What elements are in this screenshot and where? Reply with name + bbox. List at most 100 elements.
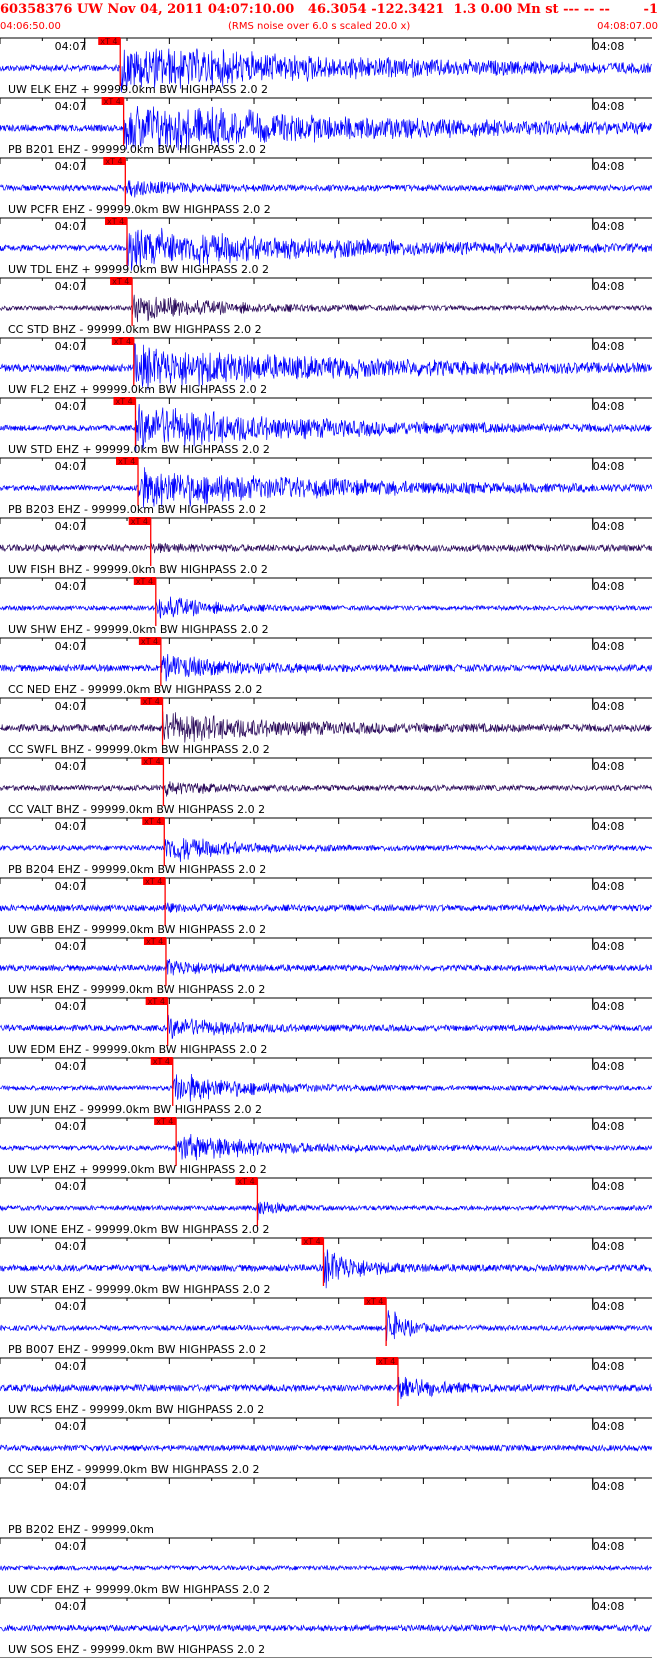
station-label: CC STD BHZ - 99999.0km BW HIGHPASS 2.0 2 [8, 323, 262, 336]
waveform-trace [0, 294, 653, 323]
station-label: UW FISH BHZ - 99999.0km BW HIGHPASS 2.0 … [8, 563, 268, 576]
waveform-trace [0, 1133, 653, 1161]
pick-label: xT 4 [144, 817, 161, 826]
pick-label: xT 4 [153, 1057, 170, 1066]
waveform-trace [0, 1074, 653, 1102]
tick-label: 04:08 [593, 1480, 625, 1493]
trace-panel: 04:07 04:08 xT 4 UW TDL EHZ + 99999.0km BW … [0, 217, 653, 276]
pick-label: xT 4 [143, 757, 160, 766]
tick-label: 04:08 [593, 1300, 625, 1313]
station-label: UW JUN EHZ - 99999.0km BW HIGHPASS 2.0 2 [8, 1103, 262, 1116]
pick-label: xT 4 [105, 157, 122, 166]
trace-panel: 04:07 04:08 xT 4 UW FISH BHZ - 99999.0km BW… [0, 517, 653, 576]
tick-label: 04:07 [55, 1300, 87, 1313]
pick-label: xT 4 [303, 1237, 320, 1246]
pick-label: xT 4 [104, 97, 121, 106]
pick-label: xT 4 [148, 997, 165, 1006]
trace-panel: 04:07 04:08 PB B202 EHZ - 99999.0km [0, 1477, 652, 1536]
tick-label: 04:07 [55, 1480, 87, 1493]
trace-panel: 04:07 04:08 xT 4 UW LVP EHZ + 99999.0km BW … [0, 1117, 653, 1176]
tick-label: 04:08 [593, 820, 625, 833]
waveform-trace [0, 1310, 653, 1341]
tick-label: 04:07 [55, 520, 87, 533]
station-label: UW LVP EHZ + 99999.0km BW HIGHPASS 2.0 2 [8, 1163, 267, 1176]
tick-label: 04:08 [593, 460, 625, 473]
tick-label: 04:08 [593, 160, 625, 173]
trace-panel: 04:07 04:08 xT 4 CC NED EHZ - 99999.0km BW … [0, 637, 653, 696]
pick-label: xT 4 [112, 277, 129, 286]
tick-label: 04:08 [593, 1420, 625, 1433]
tick-label: 04:07 [55, 340, 87, 353]
station-label: CC SEP EHZ - 99999.0km BW HIGHPASS 2.0 2 [8, 1463, 259, 1476]
station-label: CC NED EHZ - 99999.0km BW HIGHPASS 2.0 2 [8, 683, 263, 696]
pick-label: xT 4 [378, 1357, 395, 1366]
pick-label: xT 4 [141, 637, 158, 646]
pick-label: xT 4 [143, 697, 160, 706]
tick-label: 04:08 [593, 400, 625, 413]
waveform-trace [0, 1623, 652, 1633]
trace-panel: 04:07 04:08 xT 4 UW ELK EHZ + 99999.0km BW … [0, 37, 652, 96]
waveform-trace [0, 1376, 653, 1400]
tick-label: 04:08 [593, 1360, 625, 1373]
waveform-trace [0, 902, 653, 913]
tick-label: 04:07 [55, 280, 87, 293]
pick-label: xT 4 [136, 577, 153, 586]
waveform-trace [0, 542, 653, 554]
tick-label: 04:07 [55, 1600, 87, 1613]
trace-panel: 04:07 04:08 xT 4 PB B203 EHZ - 99999.0km BW… [0, 457, 653, 516]
trace-panel: 04:07 04:08 xT 4 UW RCS EHZ - 99999.0km BW … [0, 1357, 653, 1416]
station-label: PB B203 EHZ - 99999.0km BW HIGHPASS 2.0 … [8, 503, 266, 516]
pick-label: xT 4 [107, 217, 124, 226]
station-label: UW GBB EHZ - 99999.0km BW HIGHPASS 2.0 2 [8, 923, 266, 936]
tick-label: 04:07 [55, 1120, 87, 1133]
tick-label: 04:07 [55, 1180, 87, 1193]
station-label: UW FL2 EHZ + 99999.0km BW HIGHPASS 2.0 2 [8, 383, 267, 396]
trace-panel: 04:07 04:08 xT 4 CC VALT BHZ - 99999.0km BW… [0, 757, 653, 816]
trace-panel: 04:07 04:08 xT 4 UW FL2 EHZ + 99999.0km BW … [0, 337, 653, 396]
trace-panel: 04:07 04:08 UW SOS EHZ - 99999.0km BW HIGH… [0, 1597, 652, 1656]
station-label: UW SOS EHZ - 99999.0km BW HIGHPASS 2.0 2 [8, 1643, 265, 1656]
waveform-trace [0, 1014, 653, 1039]
station-label: UW EDM EHZ - 99999.0km BW HIGHPASS 2.0 2 [8, 1043, 267, 1056]
tick-label: 04:07 [55, 220, 87, 233]
waveform-trace [0, 1564, 652, 1572]
trace-panel: 04:07 04:08 xT 4 UW SHW EHZ - 99999.0km BW … [0, 577, 653, 636]
tick-label: 04:08 [593, 700, 625, 713]
trace-panel: 04:07 04:08 UW CDF EHZ + 99999.0km BW HIGH… [0, 1537, 652, 1596]
tick-label: 04:08 [593, 100, 625, 113]
waveform-trace [0, 1443, 653, 1453]
tick-label: 04:08 [593, 580, 625, 593]
station-label: CC SWFL BHZ - 99999.0km BW HIGHPASS 2.0 … [8, 743, 270, 756]
tick-label: 04:08 [593, 1540, 625, 1553]
seismogram-plot: 04:07 04:08xT 4UW ELK EHZ + 99999.0km BW … [0, 37, 653, 1658]
tick-label: 04:07 [55, 640, 87, 653]
pick-label: xT 4 [156, 1117, 173, 1126]
tick-label: 04:07 [55, 100, 87, 113]
station-label: UW RCS EHZ - 99999.0km BW HIGHPASS 2.0 2 [8, 1403, 264, 1416]
pick-label: xT 4 [100, 37, 117, 46]
station-label: UW CDF EHZ + 99999.0km BW HIGHPASS 2.0 2 [8, 1583, 270, 1596]
tick-label: 04:08 [593, 1240, 625, 1253]
pick-label: xT 4 [114, 337, 131, 346]
station-label: UW STD EHZ + 99999.0km BW HIGHPASS 2.0 2 [8, 443, 270, 456]
tick-label: 04:08 [593, 1060, 625, 1073]
tick-label: 04:07 [55, 40, 87, 53]
tick-label: 04:08 [593, 880, 625, 893]
trace-panel: 04:07 04:08 xT 4 UW GBB EHZ - 99999.0km BW … [0, 877, 653, 936]
tick-label: 04:07 [55, 820, 87, 833]
tick-label: 04:08 [593, 40, 625, 53]
station-label: UW SHW EHZ - 99999.0km BW HIGHPASS 2.0 2 [8, 623, 269, 636]
waveform-trace [0, 838, 653, 862]
tick-label: 04:07 [55, 700, 87, 713]
trace-panel: 04:07 04:08 xT 4 UW EDM EHZ - 99999.0km BW … [0, 997, 653, 1056]
tick-label: 04:08 [593, 760, 625, 773]
tick-label: 04:08 [593, 1000, 625, 1013]
pick-label: xT 4 [237, 1177, 254, 1186]
pick-label: xT 4 [146, 937, 163, 946]
waveform-trace [0, 1201, 653, 1221]
tick-label: 04:07 [55, 1060, 87, 1073]
waveform-trace [0, 781, 653, 797]
trace-panel: 04:07 04:08 xT 4 UW JUN EHZ - 99999.0km BW … [0, 1057, 653, 1116]
tick-label: 04:08 [593, 1180, 625, 1193]
station-label: UW IONE EHZ - 99999.0km BW HIGHPASS 2.0 … [8, 1223, 270, 1236]
